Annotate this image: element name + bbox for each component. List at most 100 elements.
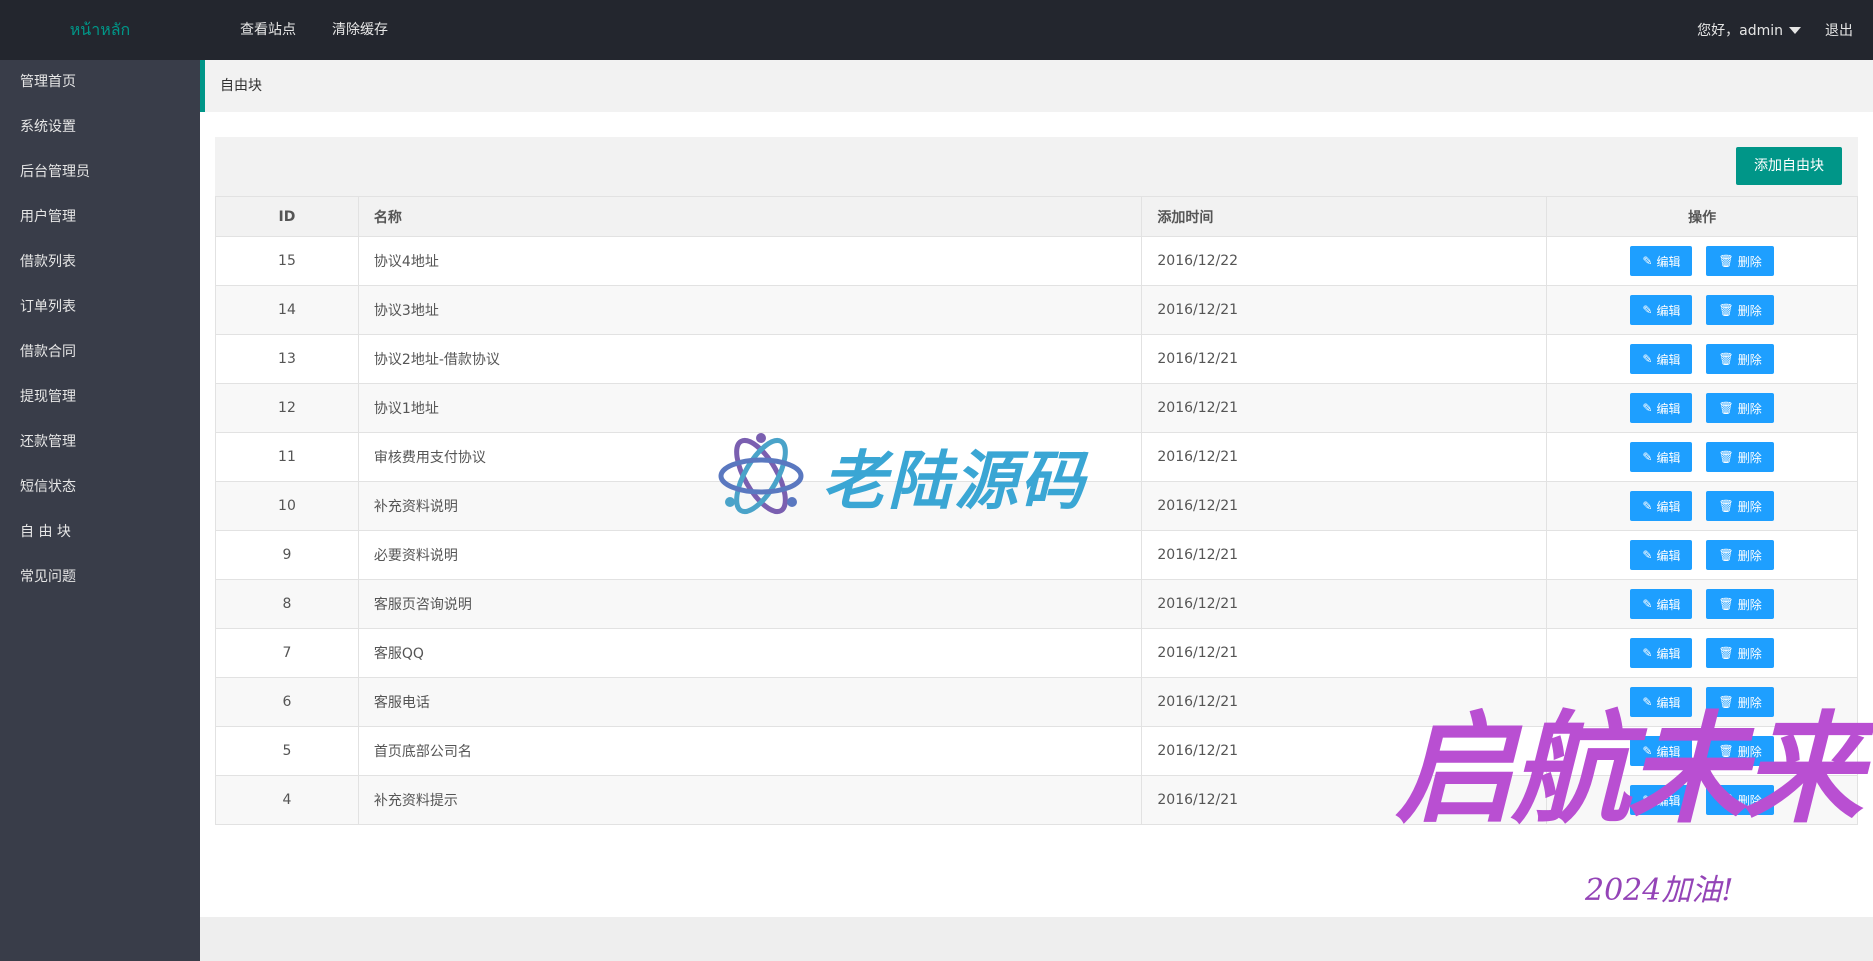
delete-button[interactable]: 🗑 删除 [1706,540,1774,570]
row-name: 客服QQ [357,628,1143,678]
trash-icon: 🗑 [1718,695,1734,709]
sidebar-item-orders[interactable]: 订单列表 [0,285,200,330]
app-logo[interactable]: หน้าหลัก [0,0,200,60]
edit-button[interactable]: ✎ 编辑 [1630,246,1693,276]
edit-button[interactable]: ✎ 编辑 [1630,540,1693,570]
delete-button[interactable]: 🗑 删除 [1706,589,1774,619]
trash-icon: 🗑 [1718,303,1734,317]
delete-button[interactable]: 🗑 删除 [1706,442,1774,472]
row-actions: ✎ 编辑 🗑 删除 [1546,481,1858,531]
edit-button[interactable]: ✎ 编辑 [1630,344,1693,374]
row-id: 13 [215,334,359,384]
user-menu[interactable]: 您好，admin [1683,20,1815,40]
trash-icon: 🗑 [1718,254,1734,268]
row-name: 必要资料说明 [357,530,1143,580]
edit-button[interactable]: ✎ 编辑 [1630,393,1693,423]
sidebar-item-users[interactable]: 用户管理 [0,195,200,240]
delete-button[interactable]: 🗑 删除 [1706,393,1774,423]
edit-button[interactable]: ✎ 编辑 [1630,589,1693,619]
edit-label: 编辑 [1656,401,1681,416]
trash-icon: 🗑 [1718,646,1734,660]
row-id: 14 [215,285,359,335]
delete-label: 删除 [1737,793,1762,808]
column-header-time: 添加时间 [1141,196,1548,237]
delete-button[interactable]: 🗑 删除 [1706,785,1774,815]
edit-label: 编辑 [1656,303,1681,318]
edit-label: 编辑 [1656,450,1681,465]
row-name: 补充资料提示 [357,775,1143,825]
trash-icon: 🗑 [1718,450,1734,464]
pencil-icon: ✎ [1642,450,1653,464]
row-name: 首页底部公司名 [357,726,1143,776]
sidebar-item-contracts[interactable]: 借款合同 [0,330,200,375]
edit-button[interactable]: ✎ 编辑 [1630,736,1693,766]
view-site-link[interactable]: 查看站点 [222,0,314,60]
row-actions: ✎ 编辑 🗑 删除 [1546,677,1858,727]
sidebar-item-dashboard[interactable]: 管理首页 [0,60,200,105]
top-header: หน้าหลัก 查看站点 清除缓存 您好，admin 退出 [0,0,1873,60]
pencil-icon: ✎ [1642,646,1653,660]
row-actions: ✎ 编辑 🗑 删除 [1546,775,1858,825]
caret-down-icon [1789,26,1801,34]
table-row: 14 协议3地址 2016/12/21 ✎ 编辑 🗑 删除 [215,285,1858,335]
toolbar: 添加自由块 [215,137,1858,196]
row-name: 客服页咨询说明 [357,579,1143,629]
delete-label: 删除 [1737,597,1762,612]
trash-icon: 🗑 [1718,499,1734,513]
delete-button[interactable]: 🗑 删除 [1706,344,1774,374]
logout-link[interactable]: 退出 [1815,20,1853,40]
delete-button[interactable]: 🗑 删除 [1706,736,1774,766]
row-time: 2016/12/22 [1141,236,1548,286]
pencil-icon: ✎ [1642,303,1653,317]
row-time: 2016/12/21 [1141,432,1548,482]
pencil-icon: ✎ [1642,499,1653,513]
sidebar-item-faq[interactable]: 常见问题 [0,555,200,600]
edit-button[interactable]: ✎ 编辑 [1630,785,1693,815]
column-header-actions: 操作 [1546,196,1858,237]
row-name: 协议1地址 [357,383,1143,433]
edit-button[interactable]: ✎ 编辑 [1630,687,1693,717]
edit-button[interactable]: ✎ 编辑 [1630,491,1693,521]
row-time: 2016/12/21 [1141,530,1548,580]
row-id: 8 [215,579,359,629]
edit-button[interactable]: ✎ 编辑 [1630,638,1693,668]
add-free-block-button[interactable]: 添加自由块 [1736,147,1842,185]
sidebar-item-withdrawals[interactable]: 提现管理 [0,375,200,420]
row-actions: ✎ 编辑 🗑 删除 [1546,285,1858,335]
edit-label: 编辑 [1656,597,1681,612]
delete-button[interactable]: 🗑 删除 [1706,491,1774,521]
sidebar-item-repayments[interactable]: 还款管理 [0,420,200,465]
row-actions: ✎ 编辑 🗑 删除 [1546,383,1858,433]
sidebar-item-free-blocks[interactable]: 自 由 块 [0,510,200,555]
delete-button[interactable]: 🗑 删除 [1706,638,1774,668]
row-id: 5 [215,726,359,776]
delete-button[interactable]: 🗑 删除 [1706,295,1774,325]
row-time: 2016/12/21 [1141,481,1548,531]
row-id: 6 [215,677,359,727]
edit-label: 编辑 [1656,254,1681,269]
edit-button[interactable]: ✎ 编辑 [1630,295,1693,325]
table-row: 15 协议4地址 2016/12/22 ✎ 编辑 🗑 删除 [215,236,1858,286]
row-id: 15 [215,236,359,286]
clear-cache-link[interactable]: 清除缓存 [314,0,406,60]
delete-label: 删除 [1737,303,1762,318]
delete-button[interactable]: 🗑 删除 [1706,687,1774,717]
delete-label: 删除 [1737,254,1762,269]
edit-button[interactable]: ✎ 编辑 [1630,442,1693,472]
sidebar-item-loans[interactable]: 借款列表 [0,240,200,285]
sidebar-item-sms[interactable]: 短信状态 [0,465,200,510]
sidebar-item-admins[interactable]: 后台管理员 [0,150,200,195]
row-name: 补充资料说明 [357,481,1143,531]
row-time: 2016/12/21 [1141,726,1548,776]
delete-button[interactable]: 🗑 删除 [1706,246,1774,276]
table-row: 5 首页底部公司名 2016/12/21 ✎ 编辑 🗑 删除 [215,726,1858,776]
row-id: 4 [215,775,359,825]
row-time: 2016/12/21 [1141,383,1548,433]
row-name: 协议2地址-借款协议 [357,334,1143,384]
delete-label: 删除 [1737,548,1762,563]
row-actions: ✎ 编辑 🗑 删除 [1546,432,1858,482]
edit-label: 编辑 [1656,695,1681,710]
sidebar-item-settings[interactable]: 系统设置 [0,105,200,150]
row-actions: ✎ 编辑 🗑 删除 [1546,334,1858,384]
row-actions: ✎ 编辑 🗑 删除 [1546,236,1858,286]
